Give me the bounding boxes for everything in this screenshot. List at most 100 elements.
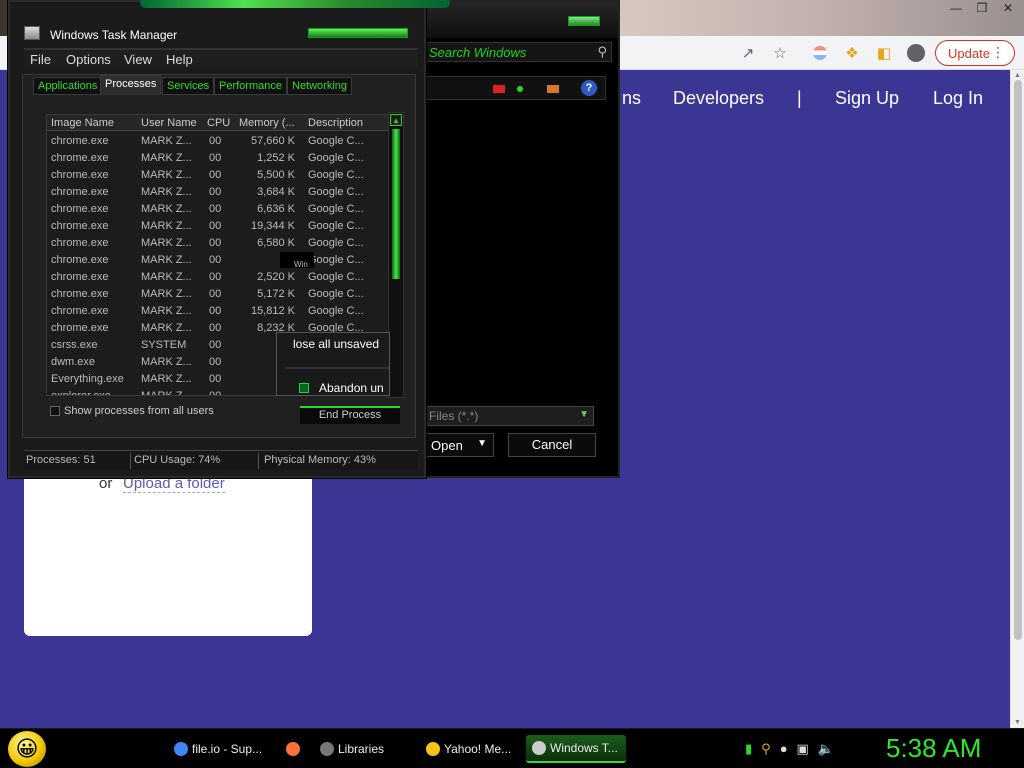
column-memory[interactable]: Memory (... [239, 117, 301, 129]
side-panel-icon[interactable]: ◧ [873, 42, 895, 64]
bookmark-star-icon[interactable]: ☆ [769, 42, 791, 64]
preview-pane-icon[interactable] [547, 85, 559, 93]
menu-view[interactable]: View [124, 52, 152, 67]
nav-link-sign-up[interactable]: Sign Up [835, 88, 899, 109]
cell-user-name: MARK Z... [141, 305, 192, 317]
cell-cpu: 00 [209, 254, 222, 266]
cell-user-name: MARK Z... [141, 390, 192, 396]
cell-memory: 5,500 K [257, 169, 295, 181]
table-row[interactable]: chrome.exe MARK Z... 00 6,580 K Google C... [47, 235, 395, 252]
scroll-down-icon[interactable]: ▼ [1014, 719, 1021, 726]
confirm-message: lose all unsaved [293, 337, 380, 351]
profile-avatar-icon[interactable] [905, 42, 927, 64]
cell-cpu: 00 [209, 339, 222, 351]
dialog-search-placeholder: Search Windows [429, 45, 527, 60]
table-row[interactable]: chrome.exe MARK Z... 00 19,344 K Google C... [47, 218, 395, 235]
cell-image-name: explorer.exe [51, 390, 111, 396]
minimize-icon[interactable]: — [948, 1, 964, 15]
scroll-up-icon[interactable]: ▲ [1014, 72, 1021, 79]
cell-user-name: MARK Z... [141, 322, 192, 334]
checkbox-box[interactable] [50, 406, 60, 416]
table-row[interactable]: chrome.exe MARK Z... 00 6,636 K Google C... [47, 201, 395, 218]
update-label: Update [948, 45, 990, 61]
taskbar-clock[interactable]: 5:38 AM [886, 733, 981, 764]
update-button[interactable]: Update ⋮ [935, 40, 1015, 66]
table-row[interactable]: chrome.exe MARK Z... 00 3,684 K Google C... [47, 184, 395, 201]
volume-icon[interactable]: 🔈 [818, 741, 834, 757]
taskbar-item-chrome[interactable]: file.io - Sup... [168, 735, 268, 763]
red-view-icon[interactable] [493, 85, 505, 93]
close-icon[interactable]: ✕ [1000, 1, 1016, 15]
restore-icon[interactable]: ❐ [974, 1, 990, 15]
tab-performance[interactable]: Performance [214, 77, 287, 95]
tab-networking[interactable]: Networking [287, 77, 353, 95]
nav-link-developers[interactable]: Developers [673, 88, 764, 109]
column-description[interactable]: Description [308, 117, 374, 129]
column-user-name[interactable]: User Name [141, 117, 201, 129]
nav-separator: | [797, 88, 802, 108]
cell-image-name: Everything.exe [51, 373, 124, 385]
table-row[interactable]: chrome.exe MARK Z... 00 5,500 K Google C... [47, 167, 395, 184]
column-image-name[interactable]: Image Name [51, 117, 133, 129]
cell-cpu: 00 [209, 271, 222, 283]
more-menu-icon[interactable]: ⋮ [991, 44, 1005, 61]
green-dot-icon[interactable] [517, 86, 523, 92]
start-button[interactable]: 😀 [8, 731, 46, 767]
cell-image-name: chrome.exe [51, 152, 109, 164]
cell-memory: 2,520 K [257, 271, 295, 283]
table-row[interactable]: chrome.exe MARK Z... 00 1,252 K Google C... [47, 150, 395, 167]
chevron-down-icon: ▼ [579, 409, 589, 420]
tab-services[interactable]: Services [162, 77, 215, 95]
menu-help[interactable]: Help [166, 52, 193, 67]
battery-icon[interactable]: ▮ [745, 741, 752, 757]
cell-cpu: 00 [209, 373, 222, 385]
table-row[interactable]: chrome.exe MARK Z... 00 15,812 K Google C... [47, 303, 395, 320]
taskbar-item-task-manager[interactable]: Windows T... [526, 735, 626, 763]
cancel-button[interactable]: Cancel [508, 433, 596, 457]
taskbar-item-libraries[interactable]: Libraries [314, 735, 412, 763]
file-type-select[interactable]: Files (*.*) ▼ [422, 406, 594, 426]
process-list-scrollbar[interactable]: ▲ [388, 112, 404, 398]
window-caption-buttons[interactable] [308, 28, 408, 38]
taskbar-item-firefox[interactable] [280, 735, 306, 763]
messenger-icon[interactable]: ● [780, 741, 788, 757]
open-dropdown-icon[interactable]: ▼ [477, 438, 487, 449]
cell-memory: 6,580 K [257, 237, 295, 249]
menu-options[interactable]: Options [66, 52, 111, 67]
cell-description: Google C... [308, 186, 364, 198]
menu-file[interactable]: File [30, 52, 51, 67]
share-icon[interactable]: ↗ [737, 42, 759, 64]
help-icon[interactable]: ? [581, 80, 597, 96]
tab-applications[interactable]: Applications [33, 77, 103, 95]
tab-processes[interactable]: Processes [100, 75, 162, 95]
search-icon[interactable]: ⚲ [597, 44, 607, 60]
end-process-confirm-dialog: lose all unsaved Abandon un [276, 332, 390, 396]
nav-link-log-in[interactable]: Log In [933, 88, 983, 109]
table-row[interactable]: chrome.exe MARK Z... 00 5,172 K Google C... [47, 286, 395, 303]
cell-image-name: chrome.exe [51, 322, 109, 334]
dialog-close-button[interactable] [568, 16, 600, 26]
column-cpu[interactable]: CPU [207, 117, 233, 129]
table-row[interactable]: chrome.exeMARK Z...0030Google C... [47, 252, 395, 269]
abandon-option[interactable]: Abandon un [319, 381, 384, 395]
cell-image-name: chrome.exe [51, 169, 109, 181]
nav-link-partial[interactable]: ns [622, 88, 641, 109]
search-icon[interactable]: ⚲ [761, 741, 771, 757]
taskbar: 😀 file.io - Sup... Libraries Yahoo! Me... W… [0, 728, 1024, 768]
scrollbar-thumb[interactable] [392, 129, 400, 279]
cell-description: Google C... [308, 271, 364, 283]
network-icon[interactable]: ▣ [797, 741, 809, 757]
table-row[interactable]: chrome.exe MARK Z... 00 57,660 K Google C... [47, 133, 395, 150]
scrollbar-thumb[interactable] [1014, 80, 1022, 640]
extensions-puzzle-icon[interactable]: ❖ [841, 42, 863, 64]
scroll-up-icon[interactable]: ▲ [390, 114, 402, 126]
dialog-search-box[interactable]: Search Windows ⚲ [420, 42, 612, 62]
taskbar-item-yahoo[interactable]: Yahoo! Me... [420, 735, 518, 763]
page-scrollbar[interactable]: ▲ ▼ [1010, 70, 1024, 728]
task-manager-titlebar[interactable]: Windows Task Manager [10, 22, 424, 46]
table-row[interactable]: chrome.exe MARK Z... 00 2,520 K Google C... [47, 269, 395, 286]
cell-description: Google C... [308, 305, 364, 317]
open-button[interactable]: Open ▼ [422, 433, 494, 457]
extension-flag-icon[interactable] [809, 42, 831, 64]
end-process-button[interactable]: End Process [300, 406, 400, 424]
